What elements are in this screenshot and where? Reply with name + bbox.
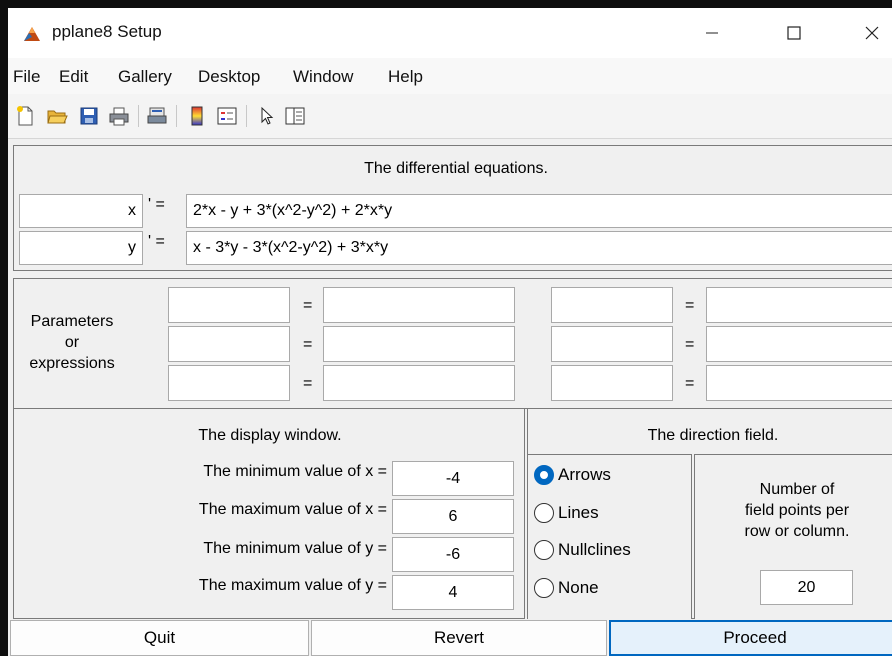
window-title: pplane8 Setup	[52, 22, 162, 41]
open-folder-icon[interactable]	[46, 105, 68, 127]
toolbar-separator	[246, 105, 247, 127]
field-points-label: Number of	[759, 481, 835, 498]
param-value-field[interactable]	[706, 287, 892, 323]
ymin-field[interactable]: -6	[392, 537, 514, 572]
field-points-group: Number of field points per row or column…	[694, 454, 892, 619]
param-value-field[interactable]	[706, 365, 892, 401]
pointer-icon[interactable]	[256, 105, 278, 127]
quit-button[interactable]: Quit	[10, 620, 309, 656]
ymax-field[interactable]: 4	[392, 575, 514, 610]
radio-arrows[interactable]: Arrows	[534, 463, 611, 487]
minimize-icon	[706, 32, 718, 34]
param-value-field[interactable]	[323, 326, 515, 362]
direction-field-panel: The direction field. Arrows Lines Nullcl…	[527, 408, 892, 619]
xmin-field[interactable]: -4	[392, 461, 514, 496]
legend-icon[interactable]	[216, 105, 238, 127]
new-file-icon[interactable]	[14, 105, 36, 127]
param-value-field[interactable]	[323, 365, 515, 401]
radio-lines-label: Lines	[558, 503, 599, 522]
param-name-field[interactable]	[551, 287, 673, 323]
print-preview-icon[interactable]	[146, 105, 168, 127]
property-inspector-icon[interactable]	[284, 105, 306, 127]
param-name-field[interactable]	[551, 326, 673, 362]
ymin-label: The minimum value of y =	[203, 540, 387, 557]
radio-lines[interactable]: Lines	[534, 501, 599, 525]
equations-panel: The differential equations. x ' = 2*x - …	[13, 145, 892, 271]
param-equals-label: =	[303, 297, 313, 314]
param-name-field[interactable]	[168, 365, 290, 401]
field-points-label: field points per	[744, 502, 850, 519]
matlab-logo-icon	[24, 27, 40, 41]
radio-unselected-icon	[534, 540, 554, 560]
title-bar: pplane8 Setup	[8, 8, 892, 58]
direction-field-heading: The direction field.	[647, 427, 779, 444]
menu-file[interactable]: File	[13, 67, 40, 87]
close-icon	[865, 26, 879, 40]
maximize-icon	[787, 26, 801, 40]
param-equals-label: =	[685, 375, 695, 392]
prime-equals-label: ' =	[148, 196, 165, 213]
maximize-button[interactable]	[766, 8, 822, 58]
dependent-var-x-field[interactable]: x	[19, 194, 143, 228]
y-prime-equation-field[interactable]: x - 3*y - 3*(x^2-y^2) + 3*x*y	[186, 231, 892, 265]
param-value-field[interactable]	[706, 326, 892, 362]
proceed-button[interactable]: Proceed	[609, 620, 892, 656]
parameters-label-or: or	[64, 334, 80, 351]
close-button[interactable]	[844, 8, 892, 58]
menu-help[interactable]: Help	[388, 67, 423, 87]
field-points-label: row or column.	[744, 523, 850, 540]
xmax-label: The maximum value of x =	[198, 501, 387, 518]
parameters-panel: Parameters or expressions = = = = = =	[13, 278, 892, 409]
param-equals-label: =	[303, 336, 313, 353]
radio-selected-icon	[534, 465, 554, 485]
equations-heading: The differential equations.	[364, 160, 548, 177]
param-name-field[interactable]	[168, 287, 290, 323]
menu-window[interactable]: Window	[293, 67, 353, 87]
minimize-button[interactable]	[684, 8, 740, 58]
param-equals-label: =	[303, 375, 313, 392]
revert-button[interactable]: Revert	[311, 620, 607, 656]
radio-arrows-label: Arrows	[558, 465, 611, 484]
parameters-label-expressions: expressions	[29, 355, 115, 372]
radio-none[interactable]: None	[534, 576, 599, 600]
param-equals-label: =	[685, 336, 695, 353]
x-prime-equation-field[interactable]: 2*x - y + 3*(x^2-y^2) + 2*x*y	[186, 194, 892, 228]
save-icon[interactable]	[78, 105, 100, 127]
xmin-label: The minimum value of x =	[203, 463, 387, 480]
display-window-heading: The display window.	[198, 427, 342, 444]
param-name-field[interactable]	[168, 326, 290, 362]
param-equals-label: =	[685, 297, 695, 314]
field-points-input[interactable]: 20	[760, 570, 853, 605]
direction-type-group: Arrows Lines Nullclines None	[528, 454, 692, 619]
ymax-label: The maximum value of y =	[198, 577, 387, 594]
param-name-field[interactable]	[551, 365, 673, 401]
menu-edit[interactable]: Edit	[59, 67, 88, 87]
radio-nullclines[interactable]: Nullclines	[534, 538, 631, 562]
radio-nullclines-label: Nullclines	[558, 540, 631, 559]
menu-gallery[interactable]: Gallery	[118, 67, 172, 87]
xmax-field[interactable]: 6	[392, 499, 514, 534]
radio-unselected-icon	[534, 503, 554, 523]
menu-bar: File Edit Gallery Desktop Window Help	[8, 58, 892, 94]
toolbar-separator	[176, 105, 177, 127]
toolbar	[8, 94, 892, 139]
param-value-field[interactable]	[323, 287, 515, 323]
pplane-setup-window: pplane8 Setup File Edit Gallery Desktop …	[8, 8, 892, 656]
prime-equals-label: ' =	[148, 233, 165, 250]
print-icon[interactable]	[108, 105, 130, 127]
colorbar-icon[interactable]	[186, 105, 208, 127]
menu-desktop[interactable]: Desktop	[198, 67, 260, 87]
display-window-panel: The display window. The minimum value of…	[13, 408, 525, 619]
radio-unselected-icon	[534, 578, 554, 598]
dependent-var-y-field[interactable]: y	[19, 231, 143, 265]
radio-none-label: None	[558, 578, 599, 597]
toolbar-separator	[138, 105, 139, 127]
parameters-label: Parameters	[30, 313, 114, 330]
